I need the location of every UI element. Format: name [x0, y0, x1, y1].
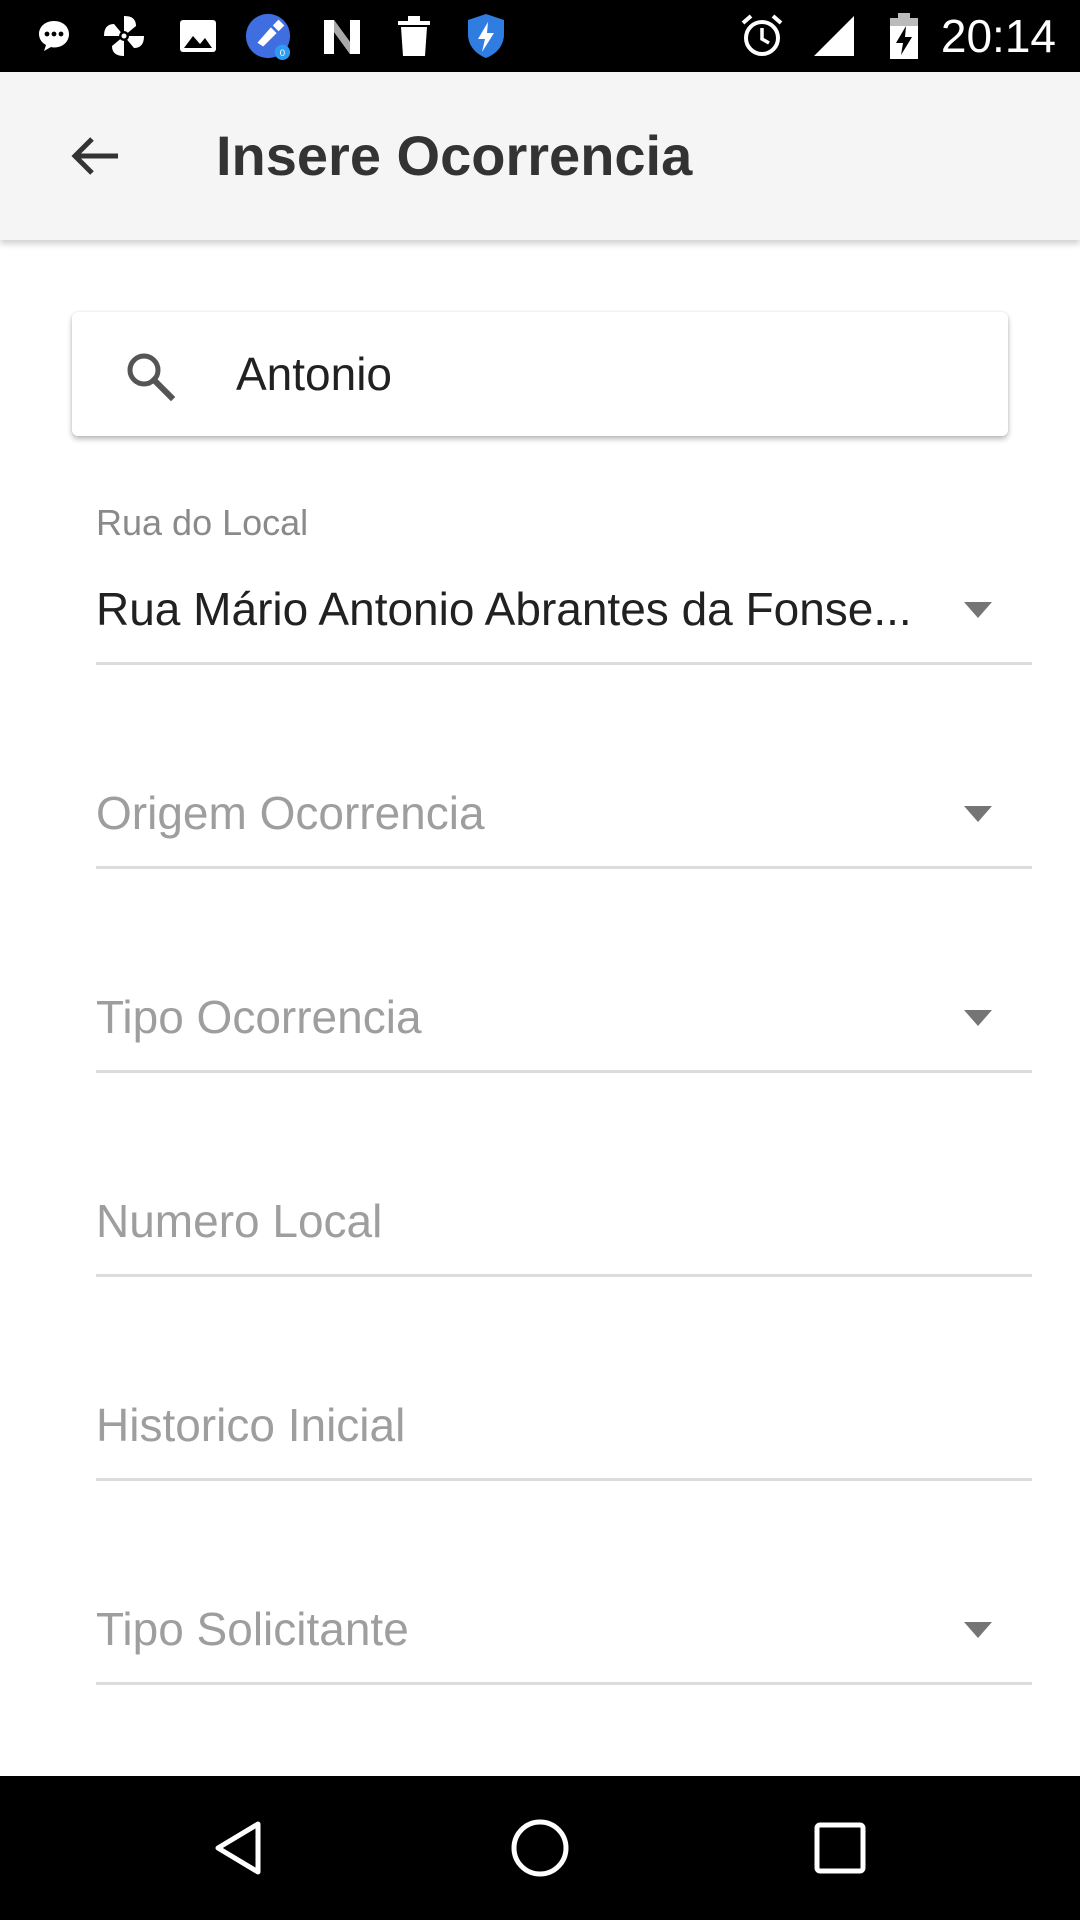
- shield-bolt-icon: [462, 12, 510, 60]
- n-app-icon: [318, 12, 366, 60]
- arrow-back-icon: [71, 137, 118, 175]
- back-button[interactable]: [56, 116, 136, 196]
- rua-do-local-label: Rua do Local: [96, 502, 309, 543]
- image-icon: [174, 12, 222, 60]
- cell-signal-icon: [810, 12, 858, 60]
- status-clock: 20:14: [940, 10, 1056, 62]
- tipo-ocorrencia-dropdown[interactable]: [96, 968, 1032, 1074]
- historico-inicial-field[interactable]: [96, 1376, 1032, 1482]
- navigation-bar: [0, 1776, 1080, 1920]
- search-icon: [127, 353, 176, 402]
- cleaner-app-icon: 0: [244, 12, 292, 60]
- nav-back-button[interactable]: [204, 1812, 276, 1884]
- svg-text:0: 0: [280, 48, 285, 59]
- nav-back-icon: [215, 1821, 261, 1875]
- search-input[interactable]: [236, 342, 976, 406]
- status-bar: 0 20:14: [0, 0, 1080, 72]
- nav-home-icon: [511, 1819, 569, 1877]
- chat-bubble-icon: [30, 12, 78, 60]
- screen: 0 20:14 Insere Ocorrencia Antonio Rua do…: [0, 0, 1080, 1920]
- numero-local-field[interactable]: [96, 1172, 1032, 1278]
- trash-icon: [390, 12, 438, 60]
- page-title: Insere Ocorrencia: [216, 124, 693, 187]
- battery-charging-icon: [880, 12, 928, 60]
- nav-home-button[interactable]: [504, 1812, 576, 1884]
- pinwheel-icon: [100, 12, 148, 60]
- origem-ocorrencia-dropdown[interactable]: [96, 764, 1032, 870]
- rua-do-local-dropdown[interactable]: [96, 560, 1032, 666]
- alarm-icon: [738, 12, 786, 60]
- tipo-solicitante-dropdown[interactable]: [96, 1580, 1032, 1686]
- app-bar: Insere Ocorrencia: [0, 72, 1080, 240]
- nav-recents-button[interactable]: [804, 1812, 876, 1884]
- nav-recents-icon: [814, 1822, 866, 1874]
